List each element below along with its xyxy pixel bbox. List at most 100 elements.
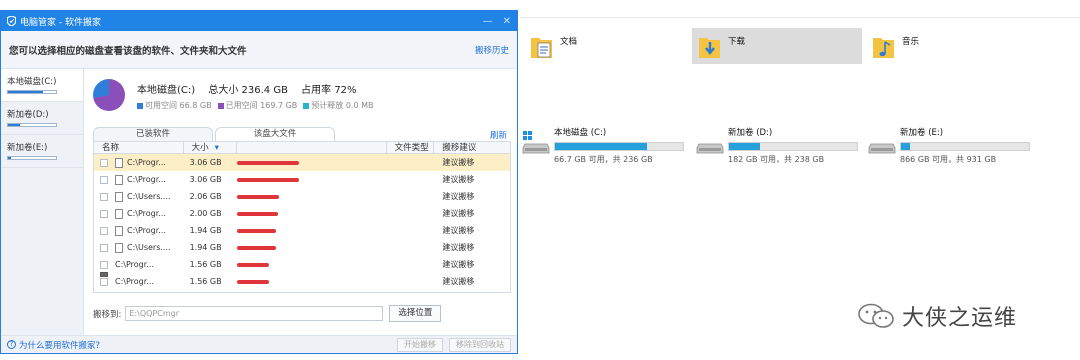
explorer-drive-free: 182 GB 可用，共 238 GB: [728, 155, 825, 164]
row-checkbox[interactable]: [100, 226, 108, 235]
row-size-bar-cell: [237, 211, 386, 216]
row-name: C:\Users....: [127, 192, 171, 201]
folder-music-label: 音乐: [902, 37, 920, 47]
start-move-button[interactable]: 开始搬移: [397, 337, 443, 352]
drive-summary: 本地磁盘(C:) 总大小 236.4 GB 占用率 72% 可用空间 66.8 …: [85, 69, 517, 127]
window-title: 电脑管家 - 软件搬家: [20, 17, 101, 28]
row-size: 1.94 GB: [189, 243, 222, 252]
file-icon: [115, 225, 123, 236]
row-size-bar: [237, 177, 300, 182]
table-row[interactable]: C:\Users.... 1.94 GB 建议搬移: [94, 239, 510, 256]
row-checkbox[interactable]: [100, 243, 108, 252]
drive-usage-fill: [8, 157, 12, 159]
row-checkbox[interactable]: [100, 192, 108, 201]
row-size-bar-cell: [237, 228, 386, 233]
file-icon: [115, 174, 123, 185]
summary-total: 总大小 236.4 GB: [208, 85, 288, 96]
explorer-drive-item[interactable]: 新加卷 (E:) 866 GB 可用，共 931 GB: [868, 126, 1030, 165]
col-advice[interactable]: 搬移建议: [434, 142, 510, 153]
drive-item-label: 新加卷(E:): [7, 143, 48, 153]
tab-large-files[interactable]: 该盘大文件: [215, 127, 335, 141]
row-size-bar: [237, 262, 270, 267]
row-advice: 建议搬移: [442, 277, 475, 286]
row-size-bar: [237, 194, 280, 199]
drive-list: 本地磁盘(C:) 新加卷(D:) 新加卷(E:): [1, 69, 84, 337]
row-name-cell: C:\Progr...: [94, 260, 184, 277]
footer-bar: ? 为什么要用软件搬家? 开始搬移 移除到回收站: [1, 335, 517, 353]
explorer-drive-free: 866 GB 可用，共 931 GB: [900, 155, 997, 164]
legend-free-text: 可用空间 66.8 GB: [145, 101, 212, 110]
shield-icon: [7, 16, 16, 26]
row-name-cell: C:\Progr...: [94, 272, 184, 286]
explorer-drive-item[interactable]: 新加卷 (D:) 182 GB 可用，共 238 GB: [696, 126, 858, 165]
row-checkbox[interactable]: [100, 175, 108, 184]
row-checkbox[interactable]: [100, 260, 108, 269]
minimize-button[interactable]: —: [483, 16, 493, 27]
explorer-drive-bar: [554, 142, 684, 151]
explorer-drive-item[interactable]: 本地磁盘 (C:) 66.7 GB 可用，共 236 GB: [522, 126, 684, 165]
drive-item-label: 新加卷(D:): [7, 110, 49, 120]
legend-free: 可用空间 66.8 GB: [137, 100, 212, 111]
move-history-link[interactable]: 搬移历史: [475, 44, 509, 56]
explorer-drive-name: 新加卷 (E:): [900, 128, 944, 138]
row-name-cell: C:\Progr...: [94, 174, 184, 185]
drive-item[interactable]: 新加卷(D:): [1, 102, 83, 135]
drive-usage-bar: [7, 123, 57, 127]
disk-usage-pie: [93, 79, 125, 111]
row-size-bar-cell: [237, 279, 386, 284]
col-size-label: 大小: [191, 143, 209, 153]
table-row[interactable]: C:\Progr... 2.00 GB 建议搬移: [94, 205, 510, 222]
explorer-divider: [520, 17, 1080, 18]
row-name-cell: C:\Progr...: [94, 225, 184, 236]
drive-usage-bar: [7, 156, 57, 160]
table-row[interactable]: C:\Users.... 2.06 GB 建议搬移: [94, 188, 510, 205]
row-name-cell: C:\Users....: [94, 242, 184, 253]
table-row[interactable]: C:\Progr... 1.94 GB 建议搬移: [94, 222, 510, 239]
drive-usage-fill: [8, 124, 20, 126]
watermark: 大侠之运维: [856, 300, 1017, 332]
col-name[interactable]: 名称: [94, 142, 184, 153]
table-row[interactable]: C:\Progr... 3.06 GB 建议搬移: [94, 154, 510, 171]
row-name-cell: C:\Users....: [94, 191, 184, 202]
file-table: 名称 大小 ▾ 文件类型 搬移建议 C:\Progr... 3.06 GB 建议搬移 C…: [93, 141, 511, 293]
row-name: C:\Progr...: [115, 260, 154, 269]
help-link-text: 为什么要用软件搬家?: [19, 340, 101, 351]
question-icon: ?: [7, 340, 16, 349]
row-advice: 建议搬移: [442, 260, 475, 269]
folder-downloads[interactable]: 下载: [692, 28, 862, 64]
help-link[interactable]: ? 为什么要用软件搬家?: [7, 339, 100, 351]
choose-location-button[interactable]: 选择位置: [389, 305, 442, 322]
legend-free-swatch: [137, 102, 143, 109]
col-type[interactable]: 文件类型: [387, 142, 435, 153]
table-row[interactable]: C:\Progr... 3.06 GB 建议搬移: [94, 171, 510, 188]
col-size[interactable]: 大小 ▾: [184, 142, 238, 153]
table-row[interactable]: C:\Progr... 1.56 GB 建议搬移: [94, 256, 510, 277]
folder-documents[interactable]: 文档: [524, 28, 684, 64]
row-checkbox[interactable]: [100, 277, 108, 286]
row-checkbox[interactable]: [100, 209, 108, 218]
explorer-drive-name: 新加卷 (D:): [728, 128, 773, 138]
row-name: C:\Users....: [127, 243, 171, 252]
move-to-input[interactable]: E:\QQPCmgr: [125, 306, 384, 321]
watermark-text: 大侠之运维: [902, 306, 1018, 331]
drive-item-label: 本地磁盘(C:): [7, 77, 57, 87]
row-size-bar-cell: [237, 194, 386, 199]
drive-item[interactable]: 新加卷(E:): [1, 135, 83, 168]
row-checkbox[interactable]: [100, 158, 108, 167]
file-icon: [115, 191, 123, 202]
table-header: 名称 大小 ▾ 文件类型 搬移建议: [94, 142, 510, 154]
wechat-icon: [858, 303, 894, 328]
row-advice: 建议搬移: [442, 209, 475, 218]
drive-item[interactable]: 本地磁盘(C:): [1, 69, 83, 102]
tab-installed-software[interactable]: 已装软件: [93, 127, 213, 141]
close-button[interactable]: ✕: [503, 16, 511, 27]
table-row[interactable]: C:\Progr... 1.56 GB 建议搬移: [94, 272, 510, 290]
row-size: 2.00 GB: [189, 209, 222, 218]
row-size-bar: [237, 228, 277, 233]
row-size-bar-cell: [237, 160, 386, 165]
title-bar: 电脑管家 - 软件搬家 — ✕: [1, 11, 517, 31]
folder-music[interactable]: 音乐: [866, 28, 1026, 64]
move-to-recycle-button[interactable]: 移除到回收站: [449, 337, 511, 352]
refresh-link[interactable]: 刷新: [490, 129, 507, 141]
row-size: 1.56 GB: [189, 277, 222, 286]
